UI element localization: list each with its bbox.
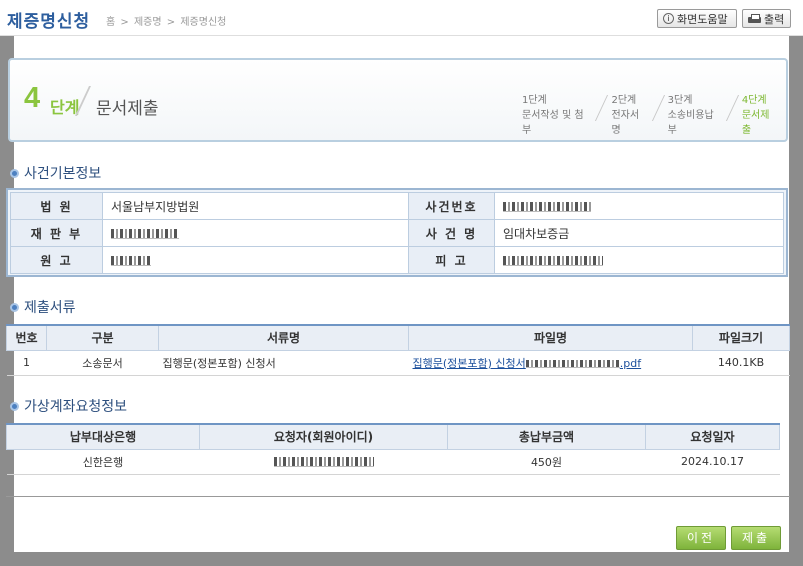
division-label: 재 판 부 xyxy=(10,219,103,247)
overlay-right xyxy=(789,0,803,566)
account-col-date: 요청일자 xyxy=(645,423,780,450)
breadcrumb-certificate[interactable]: 제증명 xyxy=(134,17,162,28)
account-requester xyxy=(199,449,448,475)
page-title: 제증명신청 xyxy=(7,12,91,32)
print-button[interactable]: 출력 xyxy=(742,9,791,28)
plaintiff-label: 원 고 xyxy=(10,246,103,274)
step-4-label: 문서제출 xyxy=(741,110,770,136)
account-date: 2024.10.17 xyxy=(645,449,780,475)
defendant-value xyxy=(494,246,784,274)
redacted-value xyxy=(503,201,591,212)
doc-file-cell: 집행문(정본포함) 신청서 .pdf xyxy=(408,350,693,376)
case-name-label: 사 건 명 xyxy=(408,219,495,247)
step-1-label: 문서작성 및 첨부 xyxy=(522,110,584,136)
doc-size: 140.1KB xyxy=(692,350,790,376)
step-3-label: 소송비용납부 xyxy=(667,110,714,136)
page-header: 제증명신청 홈 > 제증명 > 제증명신청 i 화면도움말 출력 xyxy=(0,0,803,36)
doc-file-prefix: 집행문(정본포함) 신청서 xyxy=(412,356,526,370)
doc-file-link[interactable]: 집행문(정본포함) 신청서 .pdf xyxy=(413,357,642,370)
division-value xyxy=(102,219,409,247)
table-row: 신한은행 450원 2024.10.17 xyxy=(6,449,780,475)
case-section-header: 사건기본정보 xyxy=(10,163,101,183)
screen-help-label: 화면도움말 xyxy=(677,12,728,26)
step-list: 1단계 문서작성 및 첨부 2단계 전자서명 3단계 소송비용납부 4단계 문서… xyxy=(510,93,786,138)
doc-type: 소송문서 xyxy=(46,350,159,376)
step-1: 1단계 문서작성 및 첨부 xyxy=(510,93,599,138)
step-3-number: 3단계 xyxy=(667,95,693,106)
print-label: 출력 xyxy=(764,12,785,26)
prev-button[interactable]: 이전 xyxy=(676,526,726,550)
docs-table: 번호 구분 서류명 파일명 파일크기 1 소송문서 집행문(정본포함) 신청서 … xyxy=(6,324,790,376)
breadcrumb: 홈 > 제증명 > 제증명신청 xyxy=(106,13,228,28)
bullet-icon xyxy=(10,302,19,312)
step-4-number: 4단계 xyxy=(741,95,767,106)
screen-help-button[interactable]: i 화면도움말 xyxy=(657,9,737,28)
case-name-value: 임대차보증금 xyxy=(494,219,784,247)
account-col-bank: 납부대상은행 xyxy=(6,423,200,450)
breadcrumb-home[interactable]: 홈 xyxy=(106,17,115,28)
bullet-icon xyxy=(10,401,19,411)
defendant-label: 피 고 xyxy=(408,246,495,274)
account-section-title: 가상계좌요청정보 xyxy=(24,399,128,415)
step-2-label: 전자서명 xyxy=(611,110,640,136)
account-amount: 450원 xyxy=(447,449,646,475)
bullet-icon xyxy=(10,168,19,178)
redacted-value xyxy=(111,255,151,266)
court-label: 법 원 xyxy=(10,192,103,220)
account-col-requester: 요청자(회원아이디) xyxy=(199,423,448,450)
account-table: 납부대상은행 요청자(회원아이디) 총납부금액 요청일자 신한은행 450원 2… xyxy=(6,423,780,475)
step-1-number: 1단계 xyxy=(522,95,547,106)
case-section-title: 사건기본정보 xyxy=(24,166,102,182)
printer-icon xyxy=(748,13,761,24)
step-2: 2단계 전자서명 xyxy=(599,93,655,138)
docs-col-file: 파일명 xyxy=(408,324,693,351)
breadcrumb-sep: > xyxy=(166,17,176,28)
step-2-number: 2단계 xyxy=(611,95,637,106)
case-no-label: 사건번호 xyxy=(408,192,495,220)
docs-col-type: 구분 xyxy=(46,324,159,351)
docs-section-header: 제출서류 xyxy=(10,297,76,317)
court-value: 서울남부지방법원 xyxy=(102,192,409,220)
case-info-table: 법 원 서울남부지방법원 사건번호 재 판 부 사 건 명 임대차보증금 원 고… xyxy=(6,188,788,277)
account-bank: 신한은행 xyxy=(6,449,200,475)
redacted-value xyxy=(111,228,179,239)
step-indicator: 4 단계 문서제출 1단계 문서작성 및 첨부 2단계 전자서명 3단계 소송비… xyxy=(8,58,788,142)
account-section-header: 가상계좌요청정보 xyxy=(10,396,127,416)
redacted-value xyxy=(273,457,374,467)
current-step-number: 4 xyxy=(24,82,41,114)
docs-section-title: 제출서류 xyxy=(24,300,76,316)
docs-col-no: 번호 xyxy=(6,324,47,351)
plaintiff-value xyxy=(102,246,409,274)
bottom-divider xyxy=(6,496,790,497)
breadcrumb-current: 제증명신청 xyxy=(180,17,227,28)
redacted-value xyxy=(525,359,620,368)
breadcrumb-sep: > xyxy=(120,17,129,28)
doc-file-suffix: .pdf xyxy=(619,356,642,370)
account-col-amount: 총납부금액 xyxy=(447,423,646,450)
doc-name: 집행문(정본포함) 신청서 xyxy=(158,350,409,376)
submit-button[interactable]: 제출 xyxy=(731,526,781,550)
current-step-title: 문서제출 xyxy=(96,99,159,119)
info-icon: i xyxy=(663,13,674,24)
docs-col-name: 서류명 xyxy=(158,324,409,351)
table-row: 1 소송문서 집행문(정본포함) 신청서 집행문(정본포함) 신청서 .pdf 1… xyxy=(6,350,790,376)
doc-no: 1 xyxy=(6,350,47,376)
redacted-value xyxy=(503,255,603,266)
docs-col-size: 파일크기 xyxy=(692,324,790,351)
step-4: 4단계 문서제출 xyxy=(730,93,786,138)
case-no-value xyxy=(494,192,784,220)
overlay-bottom xyxy=(0,552,803,566)
step-3: 3단계 소송비용납부 xyxy=(656,93,730,138)
